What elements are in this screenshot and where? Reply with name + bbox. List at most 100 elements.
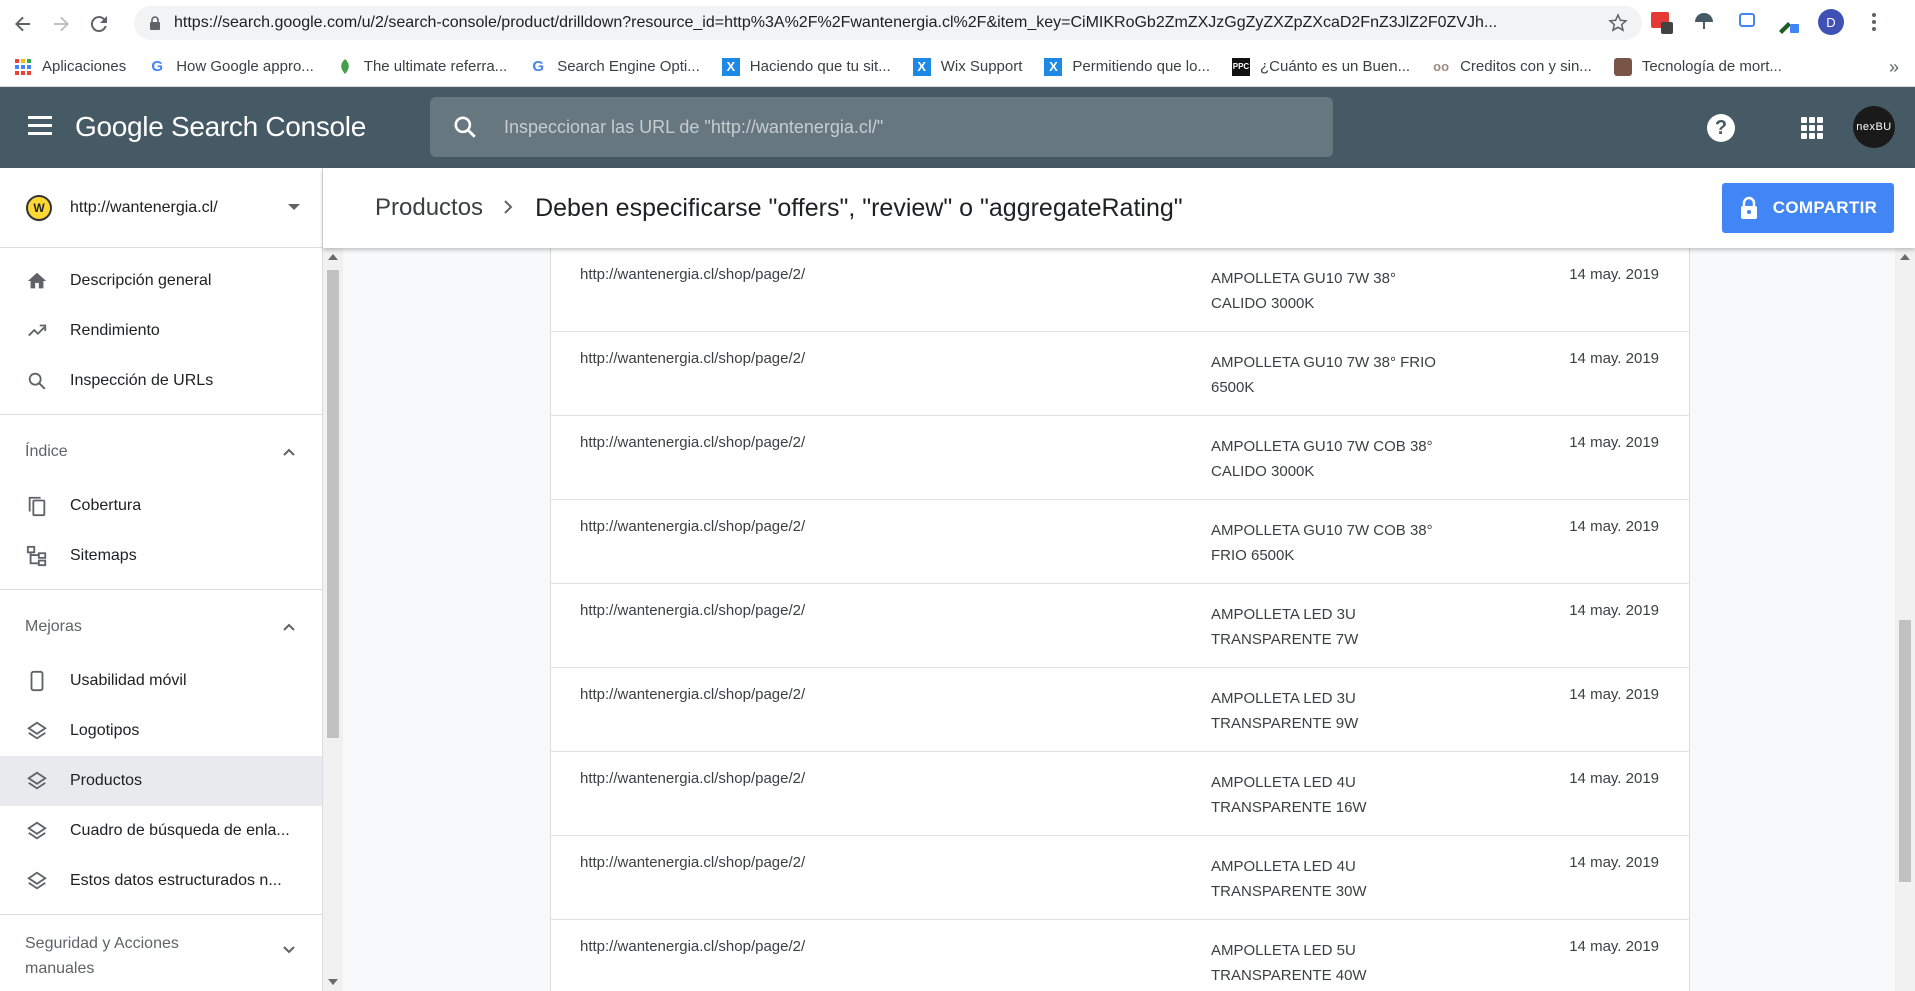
sidebar-item-productos[interactable]: Productos — [0, 756, 322, 806]
row-item-name-line1: AMPOLLETA LED 4U — [1211, 858, 1356, 875]
table-row[interactable]: http://wantenergia.cl/shop/page/2/AMPOLL… — [551, 332, 1689, 416]
bookmarks-overflow-icon[interactable]: » — [1889, 57, 1899, 78]
row-url[interactable]: http://wantenergia.cl/shop/page/2/ — [580, 434, 805, 451]
row-item-name-line2: TRANSPARENTE 30W — [1211, 883, 1367, 900]
row-item-name: AMPOLLETA LED 5U TRANSPARENTE 40W — [1211, 938, 1451, 988]
bookmark-item[interactable]: PPC ¿Cuánto es un Buen... — [1231, 57, 1410, 76]
dropdown-caret-icon — [288, 204, 300, 210]
table-row[interactable]: http://wantenergia.cl/shop/page/2/AMPOLL… — [551, 584, 1689, 668]
bookmark-item[interactable]: G How Google appro... — [148, 58, 313, 76]
address-bar[interactable]: https://search.google.com/u/2/search-con… — [134, 6, 1642, 40]
sidebar-item-descripcion-general[interactable]: Descripción general — [0, 256, 322, 306]
sidebar-item-usabilidad-movil[interactable]: Usabilidad móvil — [0, 656, 322, 706]
bookmark-label: Creditos con y sin... — [1460, 58, 1592, 75]
bookmark-item[interactable]: Tecnología de mort... — [1613, 57, 1782, 76]
table-row[interactable]: http://wantenergia.cl/shop/page/2/AMPOLL… — [551, 668, 1689, 752]
google-icon: G — [532, 58, 545, 75]
sidebar-item-inspeccion[interactable]: Inspección de URLs — [0, 356, 322, 406]
reload-icon — [90, 15, 107, 32]
menu-icon[interactable] — [28, 116, 52, 138]
sidebar-item-rendimiento[interactable]: Rendimiento — [0, 306, 322, 356]
extension-weather[interactable] — [1692, 10, 1716, 34]
table-row[interactable]: http://wantenergia.cl/shop/page/2/AMPOLL… — [551, 836, 1689, 920]
bookmark-item[interactable]: X Permitiendo que lo... — [1044, 57, 1210, 76]
sidebar-item-label: Cobertura — [70, 497, 142, 514]
section-seguridad[interactable]: Seguridad y Acciones manuales — [0, 923, 322, 989]
sidebar-item-cuadro-busqueda[interactable]: Cuadro de búsqueda de enla... — [0, 806, 322, 856]
row-url[interactable]: http://wantenergia.cl/shop/page/2/ — [580, 266, 805, 283]
breadcrumb-productos[interactable]: Productos — [375, 194, 483, 222]
row-date: 14 may. 2019 — [1569, 770, 1659, 787]
row-url[interactable]: http://wantenergia.cl/shop/page/2/ — [580, 854, 805, 871]
sidebar-item-cobertura[interactable]: Cobertura — [0, 481, 322, 531]
chevron-up-icon — [283, 448, 295, 456]
arrow-left-icon — [15, 16, 30, 31]
sidebar: Descripción general Rendimiento Inspecci… — [0, 248, 323, 991]
apps-grid-icon[interactable] — [1801, 117, 1823, 139]
section-mejoras[interactable]: Mejoras — [0, 598, 322, 656]
share-button[interactable]: COMPARTIR — [1722, 183, 1894, 233]
row-url[interactable]: http://wantenergia.cl/shop/page/2/ — [580, 770, 805, 787]
row-date: 14 may. 2019 — [1569, 602, 1659, 619]
results-table: http://wantenergia.cl/shop/page/2/AMPOLL… — [550, 248, 1690, 991]
help-icon[interactable]: ? — [1707, 114, 1735, 142]
extension-red-icon — [1651, 12, 1673, 34]
share-label: COMPARTIR — [1772, 198, 1878, 217]
row-item-name-line2: TRANSPARENTE 7W — [1211, 631, 1359, 648]
sidebar-scrollbar[interactable] — [323, 248, 343, 991]
chevron-right-icon — [503, 195, 515, 221]
wix-icon: X — [1044, 57, 1063, 76]
account-avatar[interactable]: nexBU — [1853, 106, 1895, 148]
row-url[interactable]: http://wantenergia.cl/shop/page/2/ — [580, 350, 805, 367]
profile-avatar[interactable]: D — [1818, 9, 1844, 35]
ppc-icon: PPC — [1231, 57, 1250, 76]
sidebar-item-datos-estructurados[interactable]: Estos datos estructurados n... — [0, 856, 322, 906]
search-input[interactable] — [502, 115, 1302, 139]
sidebar-item-label: Rendimiento — [70, 322, 160, 339]
sidebar-item-sitemaps[interactable]: Sitemaps — [0, 531, 322, 581]
back-button[interactable] — [8, 9, 38, 39]
row-url[interactable]: http://wantenergia.cl/shop/page/2/ — [580, 938, 805, 955]
bookmark-item[interactable]: X Haciendo que tu sit... — [721, 57, 891, 76]
property-selector[interactable]: W http://wantenergia.cl/ — [0, 168, 323, 248]
reload-button[interactable] — [84, 9, 114, 39]
app-logo[interactable]: Google Search Console — [75, 111, 366, 143]
table-row[interactable]: http://wantenergia.cl/shop/page/2/AMPOLL… — [551, 500, 1689, 584]
layers-icon — [27, 871, 47, 890]
section-label: Mejoras — [25, 618, 82, 635]
bookmark-label: Search Engine Opti... — [557, 58, 700, 75]
section-label: Índice — [25, 443, 68, 460]
main-scrollbar[interactable] — [1895, 248, 1915, 991]
forward-button[interactable] — [46, 9, 76, 39]
lock-icon — [150, 16, 160, 30]
url-inspection-search[interactable] — [430, 97, 1333, 157]
row-item-name-line1: AMPOLLETA GU10 7W COB 38° — [1211, 522, 1433, 539]
bookmark-item[interactable]: Aplicaciones — [14, 58, 126, 76]
table-row[interactable]: http://wantenergia.cl/shop/page/2/AMPOLL… — [551, 752, 1689, 836]
row-url[interactable]: http://wantenergia.cl/shop/page/2/ — [580, 518, 805, 535]
extension-blue[interactable] — [1734, 10, 1758, 34]
extension-red[interactable] — [1650, 10, 1674, 34]
sidebar-scroll-thumb[interactable] — [327, 270, 339, 738]
section-indice[interactable]: Índice — [0, 423, 322, 481]
row-item-name-line2: TRANSPARENTE 9W — [1211, 715, 1359, 732]
bookmark-item[interactable]: G Search Engine Opti... — [529, 58, 700, 76]
star-bookmark-icon[interactable] — [1608, 13, 1628, 33]
row-date: 14 may. 2019 — [1569, 434, 1659, 451]
row-url[interactable]: http://wantenergia.cl/shop/page/2/ — [580, 602, 805, 619]
property-url: http://wantenergia.cl/ — [70, 198, 218, 216]
chrome-menu[interactable] — [1862, 10, 1886, 34]
row-url[interactable]: http://wantenergia.cl/shop/page/2/ — [580, 686, 805, 703]
bookmark-item[interactable]: X Wix Support — [912, 57, 1022, 76]
table-row[interactable]: http://wantenergia.cl/shop/page/2/AMPOLL… — [551, 920, 1689, 991]
extension-eyedropper[interactable] — [1776, 10, 1800, 34]
bookmark-item[interactable]: The ultimate referra... — [336, 58, 507, 76]
table-row[interactable]: http://wantenergia.cl/shop/page/2/AMPOLL… — [551, 248, 1689, 332]
row-date: 14 may. 2019 — [1569, 266, 1659, 283]
address-url[interactable]: https://search.google.com/u/2/search-con… — [174, 14, 1604, 32]
sidebar-item-logotipos[interactable]: Logotipos — [0, 706, 322, 756]
row-item-name-line1: AMPOLLETA GU10 7W 38° FRIO — [1211, 354, 1436, 371]
main-scroll-thumb[interactable] — [1899, 620, 1911, 882]
bookmark-item[interactable]: oo Creditos con y sin... — [1432, 58, 1592, 76]
table-row[interactable]: http://wantenergia.cl/shop/page/2/AMPOLL… — [551, 416, 1689, 500]
